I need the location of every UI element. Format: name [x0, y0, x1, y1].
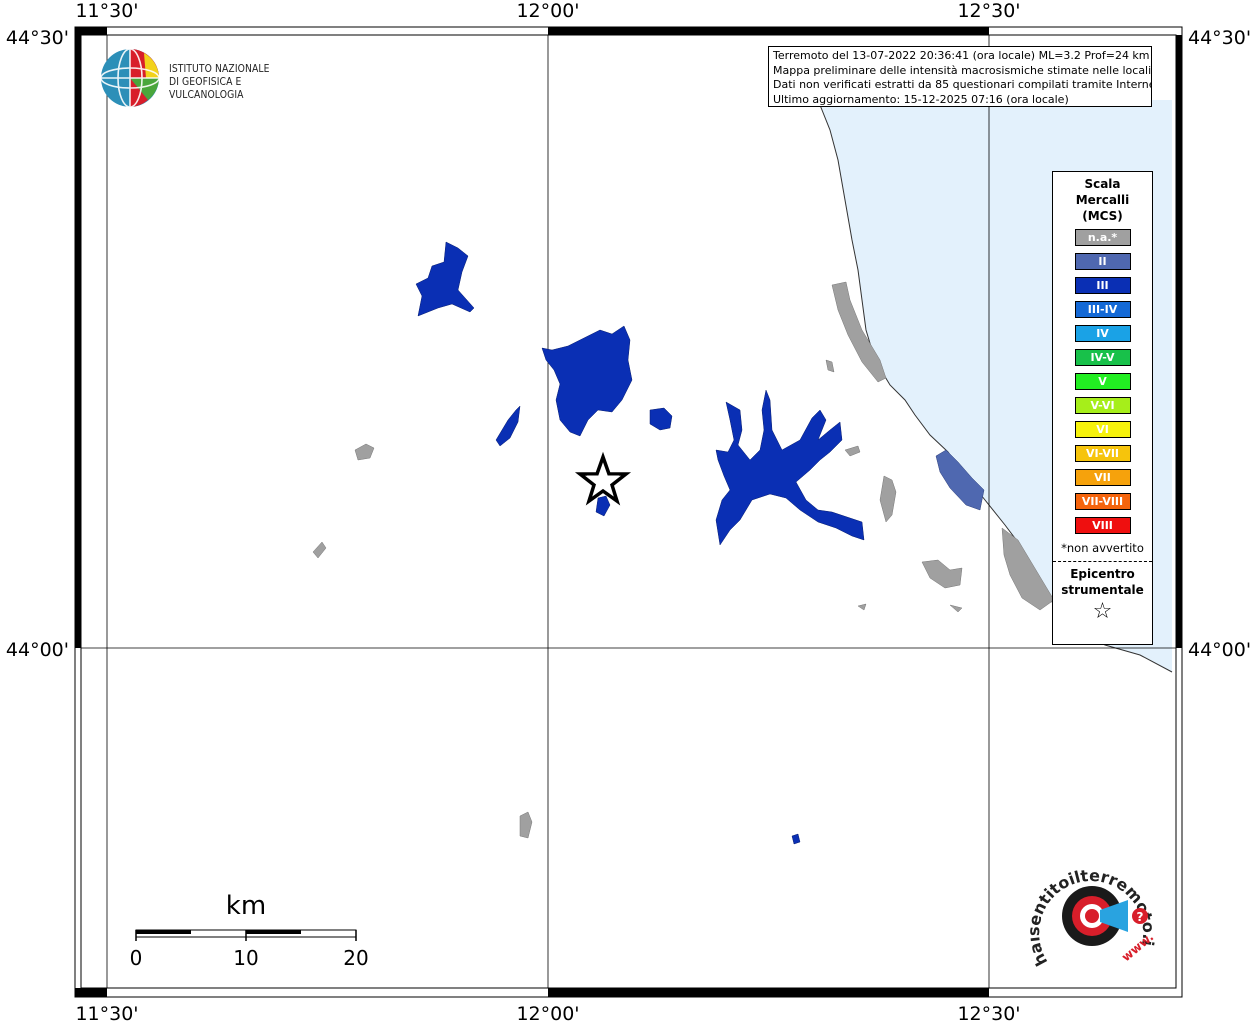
not-felt-area	[354, 443, 375, 461]
intensity-III-areas	[415, 241, 865, 845]
ingv-globe-icon	[100, 48, 160, 108]
legend-item: VII-VIII	[1074, 493, 1131, 510]
event-info-box: Terremoto del 13-07-2022 20:36:41 (ora l…	[768, 46, 1152, 107]
haisentito-logo[interactable]: haisentitoilterremoto.it ? www.	[1030, 862, 1160, 982]
legend-item: VII	[1074, 469, 1131, 486]
lat-left-label: 44°30'	[6, 27, 69, 49]
intensity-III-area	[495, 405, 521, 447]
legend-item: IV-V	[1074, 349, 1131, 366]
scale-tick-label: 10	[233, 946, 258, 970]
haisentito-www: www.	[1119, 930, 1156, 965]
lat-left-label: 44°00'	[6, 639, 69, 661]
ingv-name-line1: ISTITUTO NAZIONALE	[169, 63, 270, 75]
ingv-name: ISTITUTO NAZIONALE DI GEOFISICA E VULCAN…	[169, 63, 311, 102]
intensity-III-area	[595, 495, 611, 517]
scale-unit: km	[226, 891, 266, 921]
legend-note: *non avvertito	[1061, 541, 1144, 555]
not-felt-area	[921, 559, 963, 589]
legend-item: VI	[1074, 421, 1131, 438]
intensity-III-area	[791, 833, 801, 845]
event-info-line: Ultimo aggiornamento: 15-12-2025 07:16 (…	[773, 92, 1069, 106]
lon-bottom-label: 12°30'	[957, 1003, 1020, 1024]
legend-items: n.a.* II III III-IV IV IV-V V V-VI VI VI-VII VII VI…	[1053, 229, 1152, 534]
scale-tick-label: 20	[343, 946, 368, 970]
intensity-III-area	[715, 389, 865, 546]
legend-item: VI-VII	[1074, 445, 1131, 462]
legend-epicenter-label: Epicentro strumentale	[1061, 567, 1144, 597]
lon-top-label: 12°00'	[516, 0, 579, 22]
legend-item: II	[1074, 253, 1131, 270]
not-felt-area	[312, 541, 327, 559]
ingv-name-line2: DI GEOFISICA E VULCANOLOGIA	[169, 76, 244, 101]
legend-item: n.a.*	[1074, 229, 1131, 246]
legend-title: Scala Mercalli (MCS)	[1075, 177, 1130, 223]
not-felt-area	[879, 475, 897, 523]
event-info-line: Terremoto del 13-07-2022 20:36:41 (ora l…	[773, 49, 1150, 62]
not-felt-area	[519, 811, 533, 839]
lon-bottom-label: 12°00'	[516, 1003, 579, 1024]
not-felt-area	[844, 445, 861, 457]
lat-right-label: 44°30'	[1188, 27, 1251, 49]
not-felt-area	[949, 604, 963, 613]
legend-item: V-VI	[1074, 397, 1131, 414]
intensity-III-area	[541, 325, 633, 437]
scale-bar: km 0 10 20	[130, 891, 369, 970]
intensity-legend: Scala Mercalli (MCS) n.a.* II III III-IV IV I…	[1052, 171, 1153, 645]
lon-top-label: 12°30'	[957, 0, 1020, 22]
ingv-logo: ISTITUTO NAZIONALE DI GEOFISICA E VULCAN…	[100, 48, 330, 112]
intensity-III-area	[415, 241, 475, 317]
legend-item: V	[1074, 373, 1131, 390]
not-felt-area	[825, 359, 835, 373]
intensity-III-area	[649, 407, 673, 431]
star-icon: ☆	[1092, 599, 1113, 624]
event-info-line: Dati non verificati estratti da 85 quest…	[773, 78, 1152, 91]
legend-separator	[1053, 561, 1152, 562]
legend-item: IV	[1074, 325, 1131, 342]
legend-item: III-IV	[1074, 301, 1131, 318]
lon-bottom-label: 11°30'	[75, 1003, 138, 1024]
scale-tick-label: 0	[130, 946, 143, 970]
not-felt-area	[857, 603, 867, 611]
event-info-line: Mappa preliminare delle intensità macros…	[773, 63, 1152, 77]
legend-item: III	[1074, 277, 1131, 294]
legend-item: VIII	[1074, 517, 1131, 534]
question-icon: ?	[1137, 910, 1144, 924]
lat-right-label: 44°00'	[1188, 639, 1251, 661]
lon-top-label: 11°30'	[75, 0, 138, 22]
